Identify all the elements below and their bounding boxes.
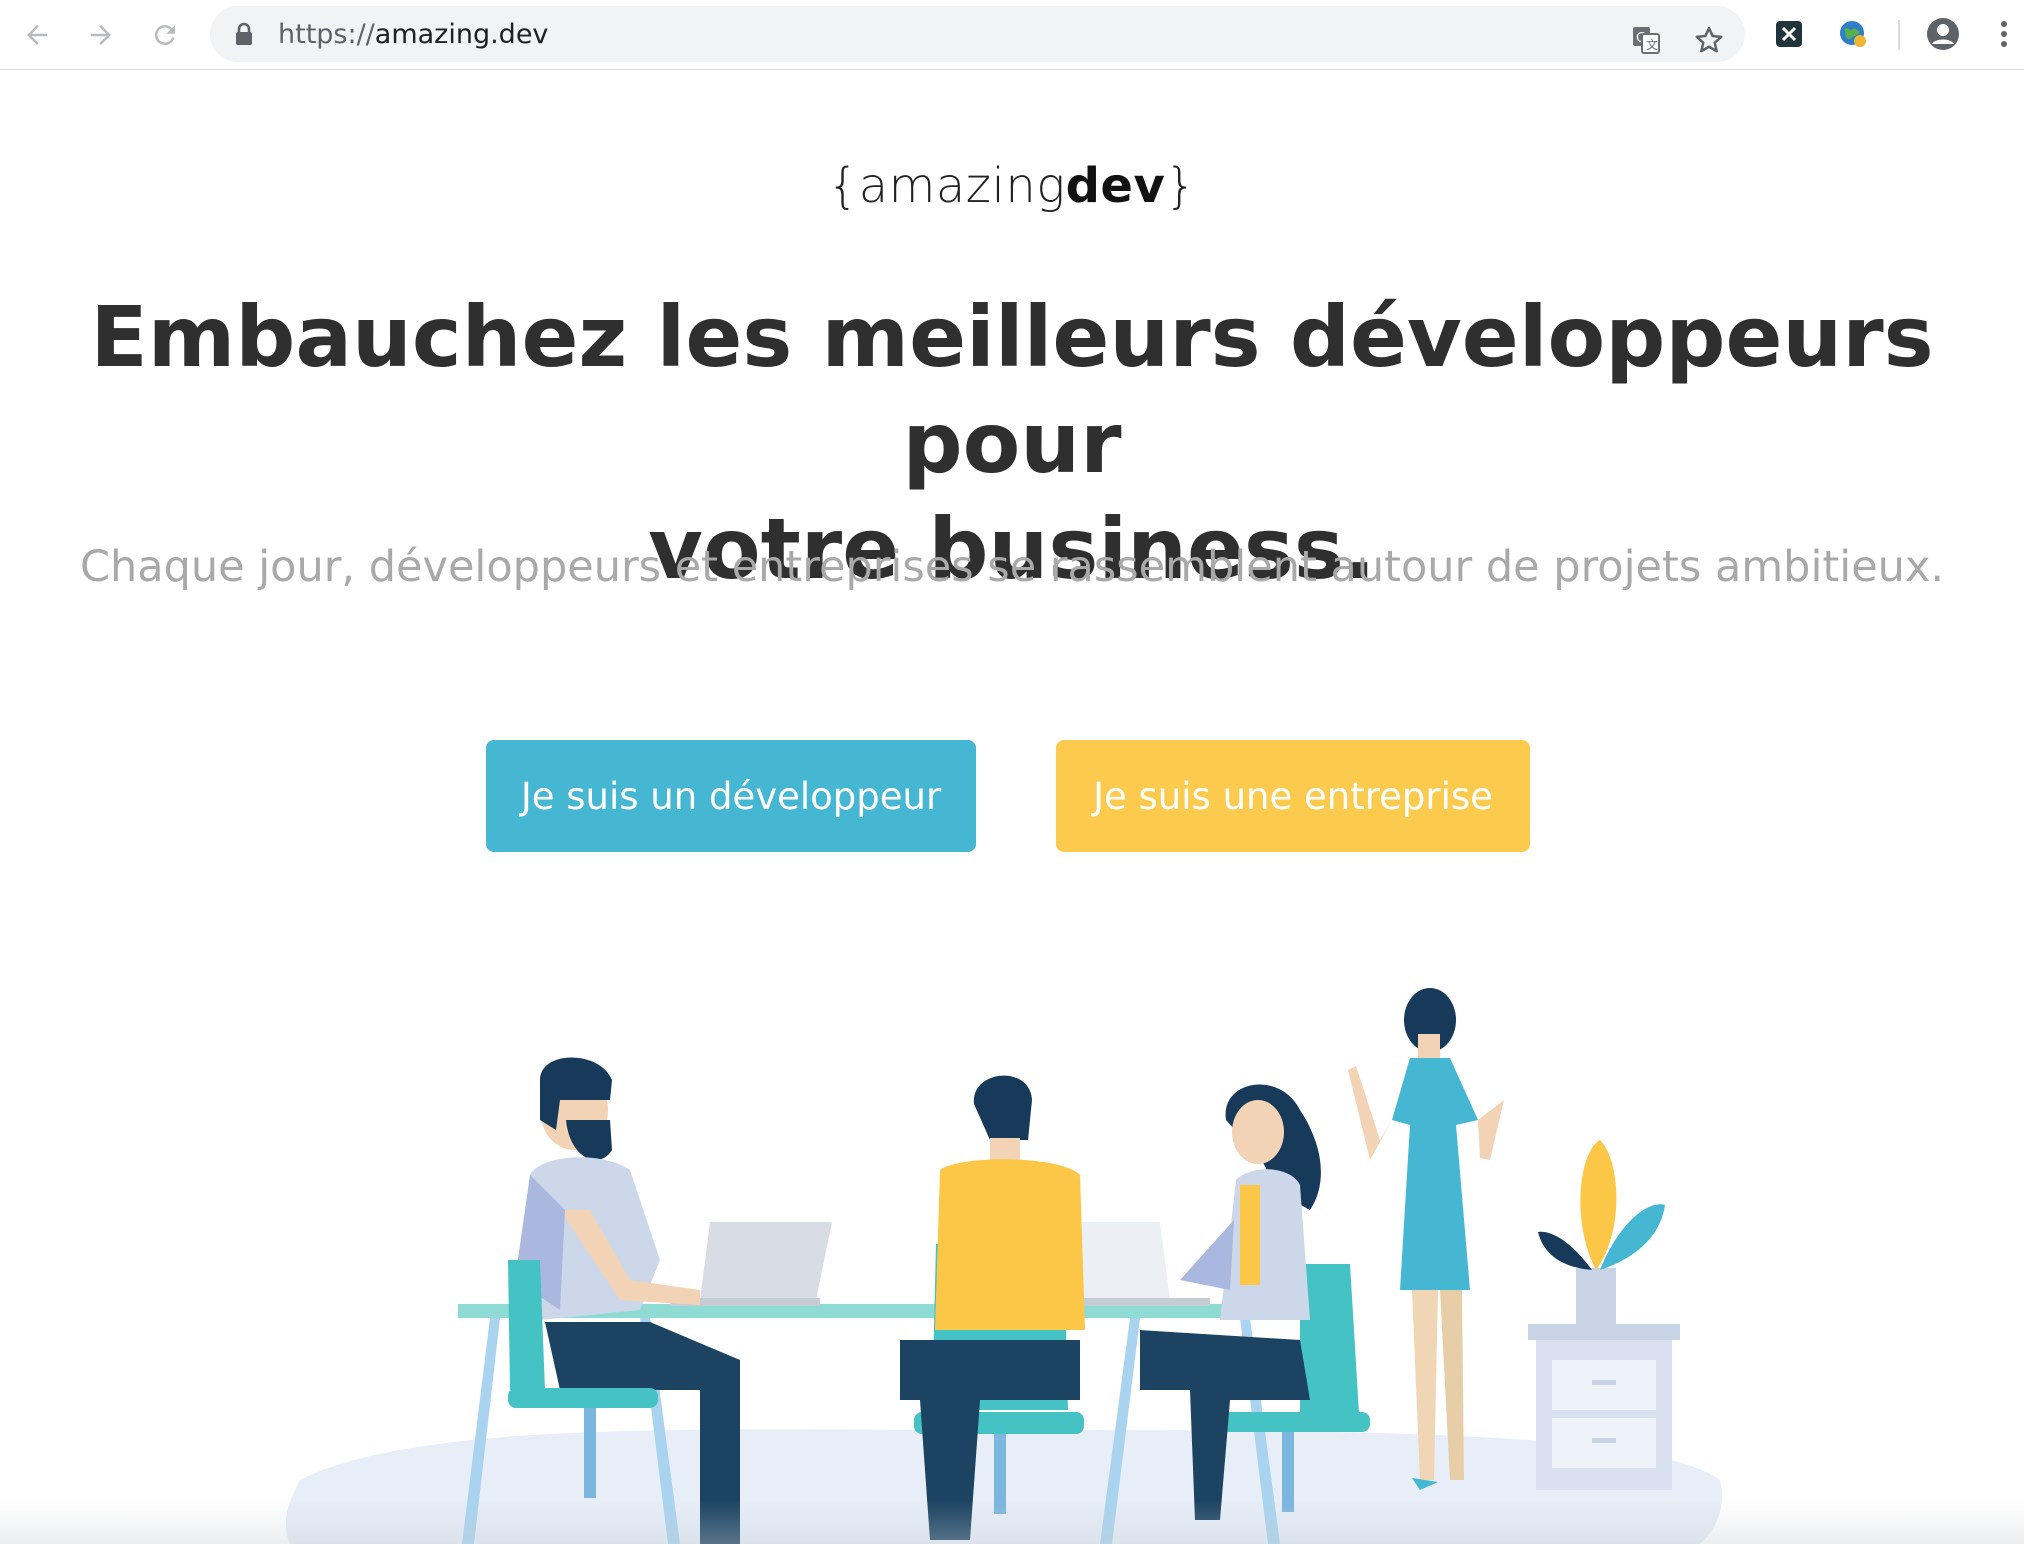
back-icon[interactable] (16, 14, 58, 56)
developer-button[interactable]: Je suis un développeur (486, 740, 976, 852)
address-bar[interactable]: https://amazing.dev G文 (210, 6, 1745, 62)
bottom-fade (0, 1500, 2024, 1544)
menu-dots-icon[interactable] (1984, 13, 2024, 55)
bookmark-star-icon[interactable] (1688, 19, 1730, 61)
site-logo[interactable]: {amazingdev} (0, 158, 2024, 214)
profile-icon[interactable] (1922, 13, 1964, 55)
toolbar-separator (1898, 20, 1900, 50)
plant-cabinet-figure (1528, 1140, 1680, 1490)
company-button[interactable]: Je suis une entreprise (1056, 740, 1530, 852)
standing-woman-figure (1348, 988, 1504, 1490)
headline-line-1: Embauchez les meilleurs développeurs pou… (90, 288, 1934, 492)
forward-icon[interactable] (80, 14, 122, 56)
browser-toolbar: https://amazing.dev G文 (0, 0, 2024, 70)
extension-globe-icon[interactable] (1832, 13, 1874, 55)
extension-x-icon[interactable] (1768, 13, 1810, 55)
reload-icon[interactable] (144, 14, 186, 56)
team-meeting-illustration (285, 988, 1723, 1544)
svg-text:文: 文 (1646, 37, 1658, 52)
translate-icon[interactable]: G文 (1625, 19, 1667, 61)
page-subheadline: Chaque jour, développeurs et entreprises… (79, 542, 1945, 592)
url-text[interactable]: https://amazing.dev (278, 19, 548, 50)
lock-icon[interactable] (234, 22, 254, 50)
